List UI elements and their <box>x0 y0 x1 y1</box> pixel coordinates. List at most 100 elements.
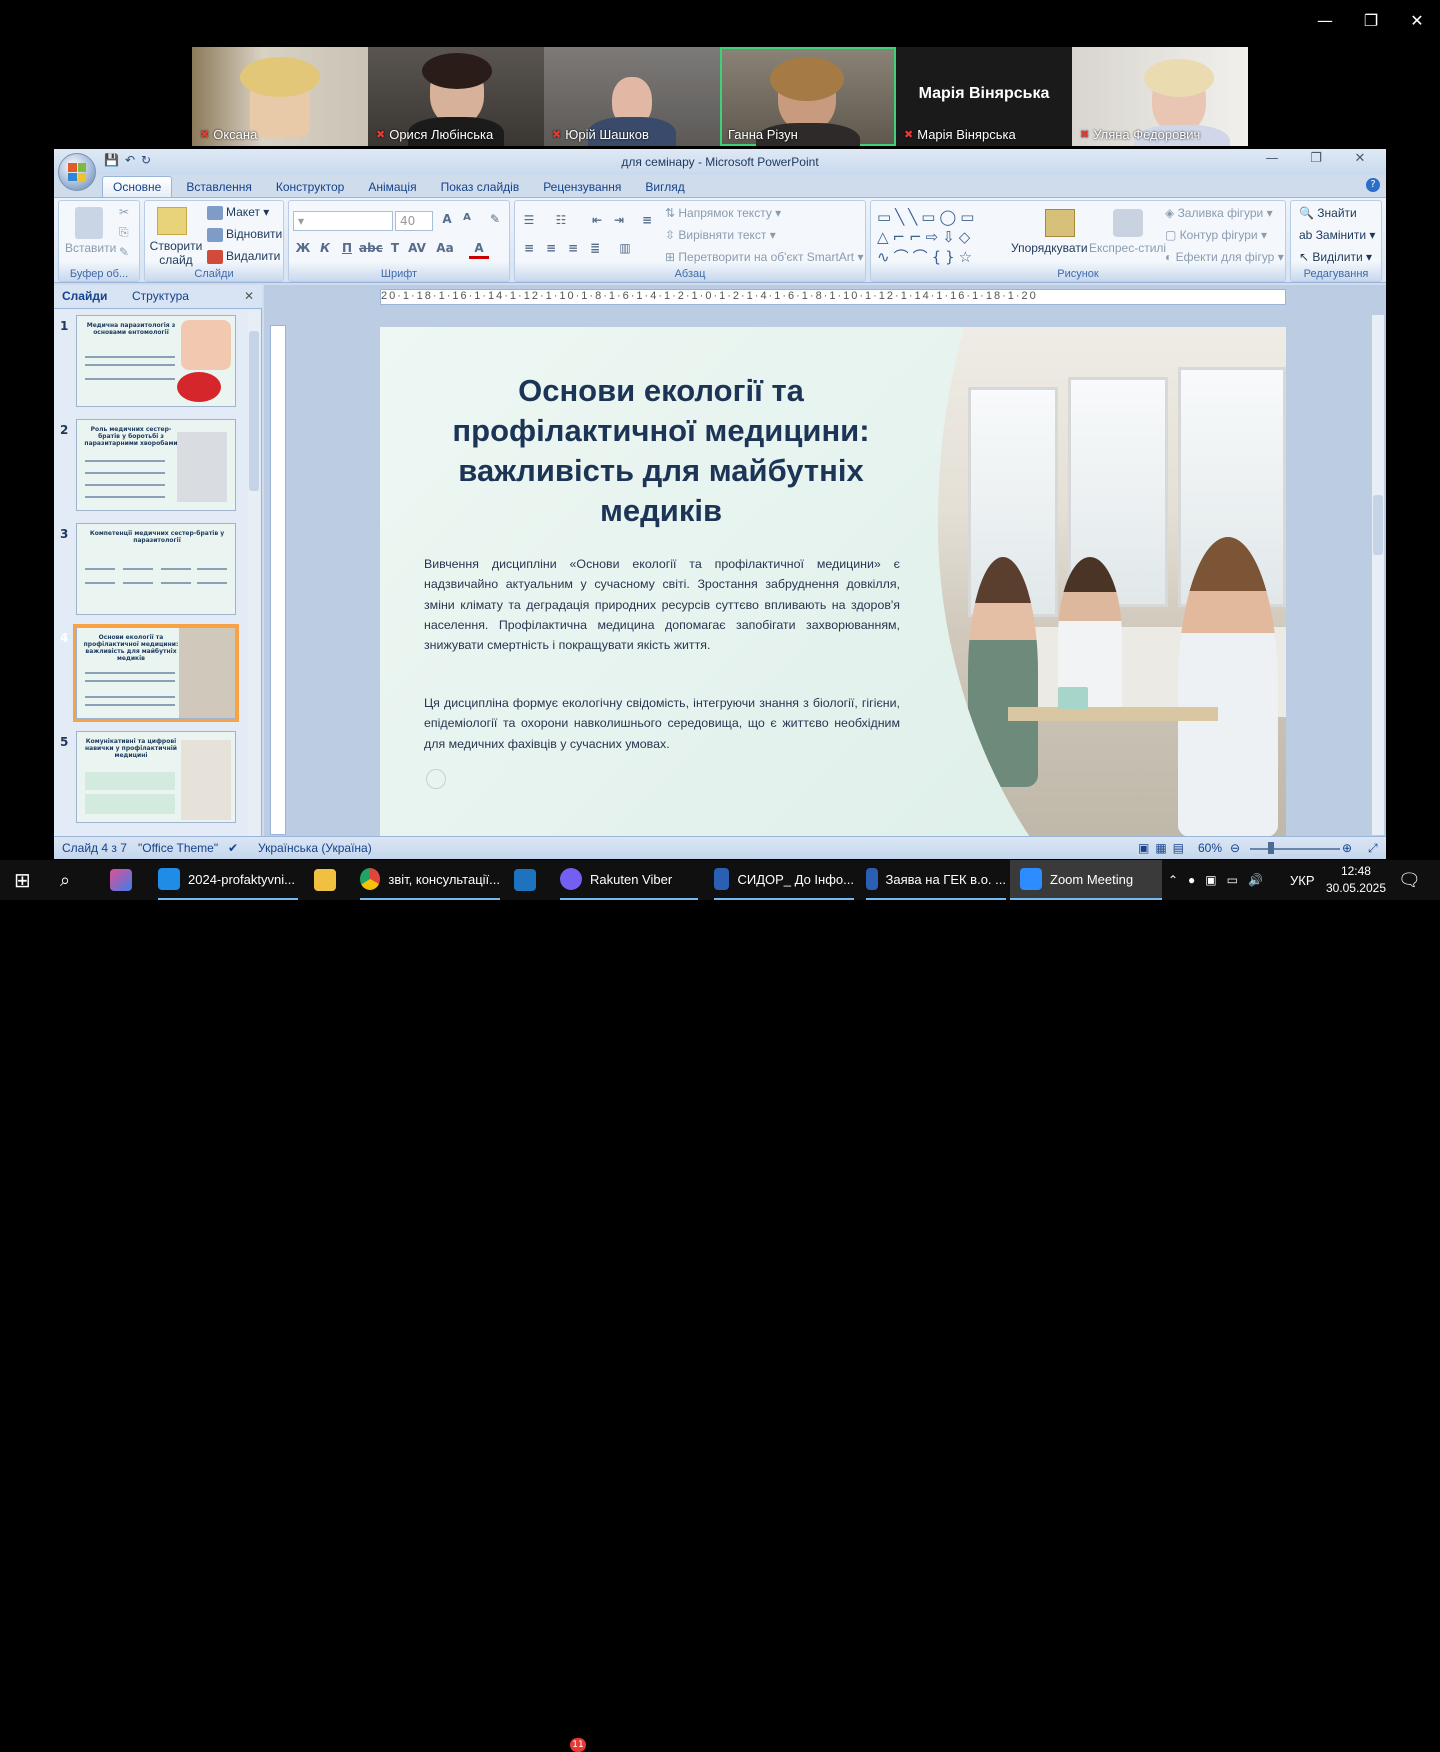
format-painter-icon[interactable]: ✎ <box>119 245 129 259</box>
new-slide-button[interactable]: Створити слайд <box>149 239 203 267</box>
minimize-icon[interactable]: — <box>1302 0 1348 40</box>
copilot-icon[interactable] <box>110 869 132 891</box>
slide-thumbnail-selected[interactable]: Основи екології та профілактичної медици… <box>73 624 239 722</box>
slide-thumbnail[interactable]: Роль медичних сестер-братів у боротьбі з… <box>76 419 236 511</box>
replace-button[interactable]: Замінити <box>1316 228 1366 242</box>
tab-review[interactable]: Рецензування <box>543 177 621 197</box>
delete-slide-button[interactable]: Видалити <box>226 249 280 263</box>
smartart-button[interactable]: Перетворити на об'єкт SmartArt <box>678 250 854 264</box>
copy-icon[interactable]: ⎘ <box>119 225 129 240</box>
slide-paragraph-2[interactable]: Ця дисципліна формує екологічну свідоміс… <box>424 693 900 754</box>
font-name-input[interactable]: ▾ <box>293 211 393 231</box>
slide-paragraph-1[interactable]: Вивчення дисципліни «Основи екології та … <box>424 554 900 655</box>
undo-icon[interactable]: ↶ <box>125 153 135 167</box>
layout-button[interactable]: Макет <box>226 205 260 219</box>
bullets-icon[interactable]: ☰ <box>519 213 539 231</box>
save-icon[interactable]: 💾 <box>104 153 119 167</box>
cut-icon[interactable]: ✂ <box>119 205 129 219</box>
pane-scrollbar[interactable] <box>248 311 260 841</box>
fit-slide-icon[interactable]: ⤢ <box>1368 841 1378 856</box>
tab-insert[interactable]: Вставлення <box>186 177 252 197</box>
columns-icon[interactable]: ▥ <box>615 241 635 259</box>
case-icon[interactable]: Aa <box>435 241 455 259</box>
font-color-icon[interactable]: A <box>469 241 489 259</box>
arrange-button[interactable]: Упорядкувати <box>1011 241 1088 255</box>
align-text-button[interactable]: Вирівняти текст <box>678 228 766 242</box>
zoom-level[interactable]: 60% <box>1198 841 1222 855</box>
align-right-icon[interactable]: ≡ <box>563 241 583 259</box>
underline-icon[interactable]: П <box>337 241 357 259</box>
tab-design[interactable]: Конструктор <box>276 177 344 197</box>
tab-outline[interactable]: Структура <box>132 289 189 303</box>
keyboard-language[interactable]: УКР <box>1290 860 1315 900</box>
tab-view[interactable]: Вигляд <box>645 177 684 197</box>
slide-thumbnail[interactable]: Комунікативні та цифрові навички у профі… <box>76 731 236 823</box>
restore-icon[interactable]: ❐ <box>1294 151 1338 171</box>
taskbar-item-app[interactable] <box>514 860 544 900</box>
decrease-indent-icon[interactable]: ⇤ <box>587 213 607 231</box>
redo-icon[interactable]: ↻ <box>141 153 151 167</box>
slide-thumbnail[interactable]: Компетенції медичних сестер-братів у пар… <box>76 523 236 615</box>
participant-tile[interactable]: ✖ Оксана <box>192 47 368 146</box>
text-direction-button[interactable]: Напрямок тексту <box>678 206 771 220</box>
grow-font-icon[interactable]: A <box>437 212 457 230</box>
close-pane-icon[interactable]: ✕ <box>244 289 254 303</box>
zoom-in-icon[interactable]: ⊕ <box>1342 841 1352 855</box>
view-buttons[interactable]: ▣▦▤ <box>1138 841 1190 855</box>
justify-icon[interactable]: ≣ <box>585 241 605 259</box>
taskbar-item-explorer[interactable] <box>314 860 344 900</box>
system-tray-icons[interactable]: ⌃●▣▭🔊 <box>1168 860 1273 900</box>
clock[interactable]: 12:48 30.05.2025 <box>1326 863 1386 897</box>
notifications-icon[interactable]: 🗨 <box>1398 860 1421 900</box>
align-left-icon[interactable]: ≡ <box>519 241 539 259</box>
tab-animation[interactable]: Анімація <box>368 177 416 197</box>
shape-effects-button[interactable]: Ефекти для фігур <box>1176 250 1275 264</box>
taskbar-item-viber[interactable]: Rakuten Viber <box>560 860 698 900</box>
shrink-font-icon[interactable]: A <box>457 212 477 230</box>
strikethrough-icon[interactable]: abc <box>359 241 383 259</box>
numbering-icon[interactable]: ☷ <box>551 213 571 231</box>
quick-styles-button[interactable]: Експрес-стилі <box>1089 241 1166 255</box>
zoom-out-icon[interactable]: ⊖ <box>1230 841 1240 855</box>
office-button[interactable] <box>58 153 96 191</box>
find-button[interactable]: Знайти <box>1317 206 1356 220</box>
paste-button[interactable]: Вставити <box>65 241 116 255</box>
participant-tile[interactable]: Марія Вінярська ✖ Марія Вінярська <box>896 47 1072 146</box>
bold-icon[interactable]: Ж <box>293 241 313 259</box>
zoom-slider[interactable] <box>1250 848 1340 850</box>
tab-slideshow[interactable]: Показ слайдів <box>441 177 520 197</box>
shapes-gallery[interactable]: ▭╲╲▭◯▭ △⌐⌐⇨⇩◇ ∿⌒⌒{}☆ <box>877 207 1005 266</box>
reset-button[interactable]: Відновити <box>226 227 282 241</box>
close-icon[interactable]: ✕ <box>1338 151 1382 171</box>
increase-indent-icon[interactable]: ⇥ <box>609 213 629 231</box>
clear-format-icon[interactable]: ✎ <box>485 212 505 230</box>
restore-icon[interactable]: ❐ <box>1348 0 1394 40</box>
participant-tile-active[interactable]: Ганна Різун <box>720 47 896 146</box>
select-button[interactable]: Виділити <box>1312 250 1362 264</box>
search-icon[interactable]: ⌕ <box>60 860 70 900</box>
spacing-icon[interactable]: AV <box>407 241 427 259</box>
shadow-icon[interactable]: T <box>385 241 405 259</box>
start-icon[interactable]: ⊞ <box>14 860 31 900</box>
participant-tile[interactable]: ✖ Орися Любінська <box>368 47 544 146</box>
taskbar-item-word-1[interactable]: СИДОР_ До Інфо... <box>714 860 854 900</box>
taskbar-item-edge[interactable]: 2024-profaktyvni... <box>158 860 298 900</box>
taskbar-item-zoom[interactable]: Zoom Meeting <box>1010 860 1162 900</box>
zoom-slider-handle[interactable] <box>1268 842 1274 854</box>
participant-tile[interactable]: ✖ Юрій Шашков <box>544 47 720 146</box>
font-size-input[interactable]: 40 <box>395 211 433 231</box>
tab-home[interactable]: Основне <box>102 176 173 197</box>
shape-fill-button[interactable]: Заливка фігури <box>1178 206 1264 220</box>
minimize-icon[interactable]: — <box>1250 151 1294 171</box>
slide-title[interactable]: Основи екології та профілактичної медици… <box>436 371 886 531</box>
editor-scrollbar[interactable] <box>1372 315 1384 835</box>
shape-outline-button[interactable]: Контур фігури <box>1180 228 1258 242</box>
participant-tile[interactable]: ✖ Уляна Федорович <box>1072 47 1248 146</box>
spellcheck-icon[interactable]: ✔ <box>228 841 238 855</box>
align-center-icon[interactable]: ≡ <box>541 241 561 259</box>
taskbar-item-chrome[interactable]: звіт, консультації... <box>360 860 500 900</box>
italic-icon[interactable]: К <box>315 241 335 259</box>
slide-canvas[interactable]: Основи екології та профілактичної медици… <box>380 327 1286 843</box>
line-spacing-icon[interactable]: ≡ <box>637 213 657 231</box>
taskbar-item-word-2[interactable]: Заява на ГЕК в.о. ... <box>866 860 1006 900</box>
